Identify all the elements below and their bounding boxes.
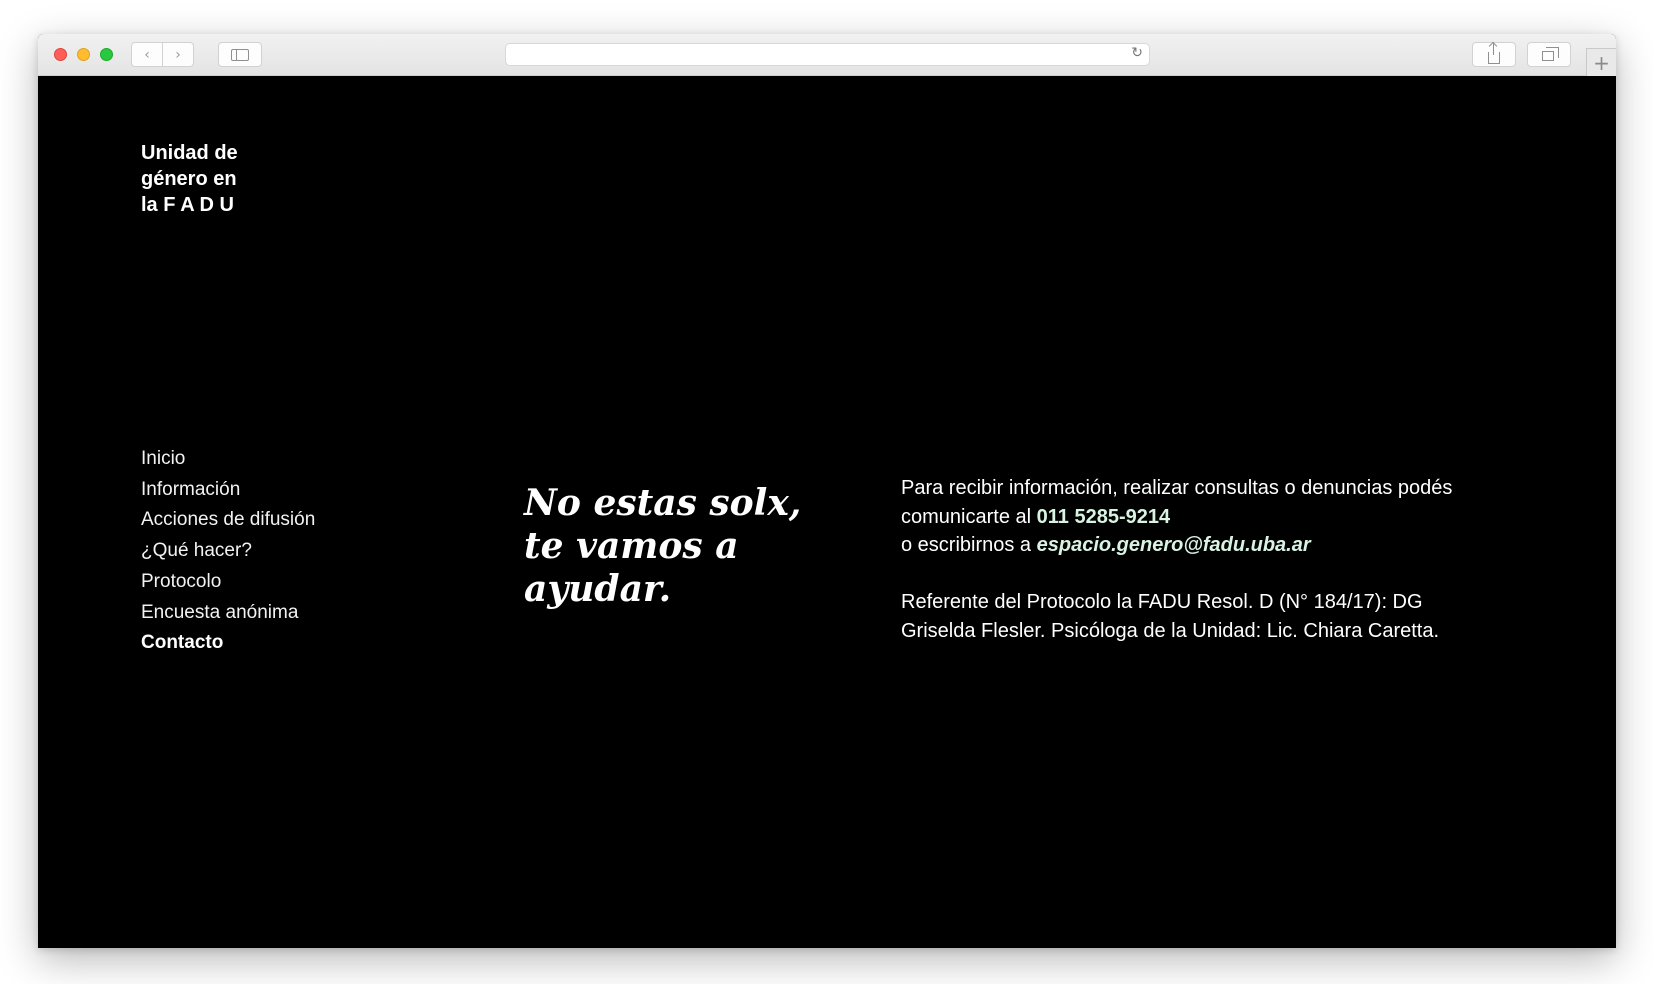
tabs-overview-button[interactable] <box>1527 42 1571 67</box>
logo-line: la F A D U <box>141 194 234 216</box>
nav-item-acciones-de-difusion[interactable]: Acciones de difusión <box>141 505 315 536</box>
logo-line: Unidad de <box>141 142 238 164</box>
phone-link[interactable]: 011 5285-9214 <box>1037 506 1170 528</box>
close-window-button[interactable] <box>54 48 67 61</box>
nav-item-protocolo[interactable]: Protocolo <box>141 567 315 598</box>
browser-toolbar: ‹ › ↻ + <box>38 34 1616 76</box>
nav-item-que-hacer[interactable]: ¿Qué hacer? <box>141 536 315 567</box>
address-bar[interactable]: ↻ <box>505 43 1150 66</box>
minimize-window-button[interactable] <box>77 48 90 61</box>
new-tab-button[interactable]: + <box>1586 48 1616 76</box>
share-button[interactable] <box>1472 42 1516 67</box>
share-icon <box>1488 42 1500 64</box>
nav-item-inicio[interactable]: Inicio <box>141 444 315 475</box>
chevron-left-icon: ‹ <box>144 46 150 63</box>
nav-item-encuesta-anonima[interactable]: Encuesta anónima <box>141 598 315 629</box>
page-content: Unidad de género en la F A D U Inicio In… <box>38 76 1616 948</box>
contact-email-prefix: o escribirnos a <box>901 534 1032 556</box>
chevron-right-icon: › <box>175 46 181 63</box>
site-logo[interactable]: Unidad de género en la F A D U <box>141 140 251 218</box>
back-button[interactable]: ‹ <box>131 42 163 67</box>
browser-window: ‹ › ↻ + Unidad de género en la F A D U I <box>38 34 1616 948</box>
email-link[interactable]: espacio.genero@fadu.uba.ar <box>1037 534 1311 556</box>
plus-icon: + <box>1593 50 1610 75</box>
forward-button[interactable]: › <box>162 42 194 67</box>
zoom-window-button[interactable] <box>100 48 113 61</box>
contact-paragraph: Para recibir información, realizar consu… <box>901 474 1461 560</box>
sidebar-toggle-button[interactable] <box>218 42 262 67</box>
nav-item-informacion[interactable]: Información <box>141 475 315 506</box>
tabs-overview-icon <box>1541 47 1559 61</box>
sidebar-icon <box>231 48 249 61</box>
page-headline: No estas solx, te vamos a ayudar. <box>524 482 802 610</box>
contact-info: Para recibir información, realizar consu… <box>901 474 1461 674</box>
main-nav: Inicio Información Acciones de difusión … <box>141 444 315 659</box>
referent-text: Referente del Protocolo la FADU Resol. D… <box>901 591 1440 642</box>
logo-line: género en <box>141 168 237 190</box>
nav-item-contacto[interactable]: Contacto <box>141 628 315 659</box>
reload-icon[interactable]: ↻ <box>1131 45 1143 61</box>
contact-intro-text: Para recibir información, realizar consu… <box>901 477 1453 528</box>
